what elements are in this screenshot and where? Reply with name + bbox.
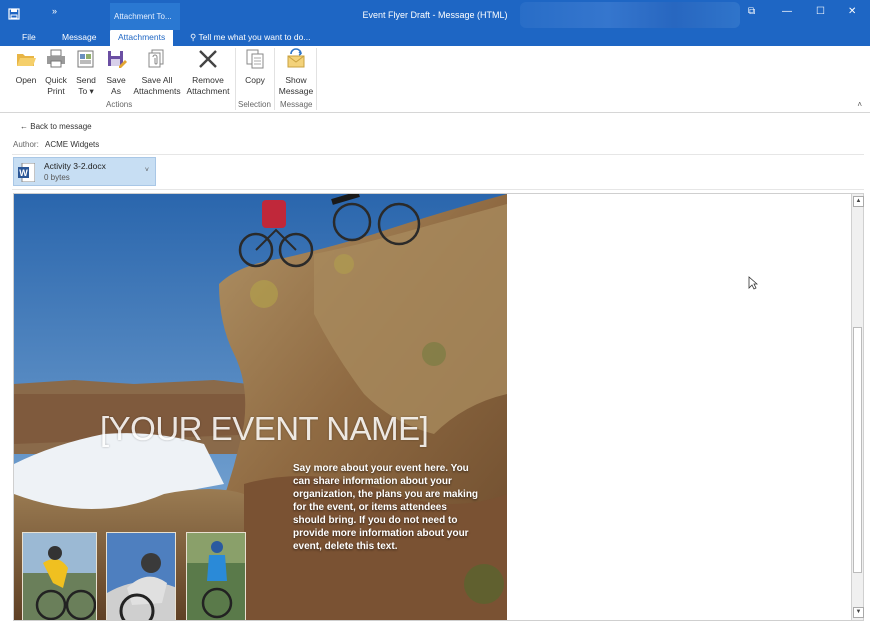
back-arrow-icon: ←: [20, 122, 28, 131]
save-all-label-1: Save All: [141, 75, 173, 85]
cyclist-photo-2: [106, 532, 176, 620]
event-name-title: [YOUR EVENT NAME]: [100, 410, 429, 447]
save-all-label-2: Attachments: [133, 86, 181, 96]
remove-label-2: Attachment: [186, 86, 230, 96]
remove-x-icon: [199, 50, 217, 68]
event-description: Say more about your event here. You can …: [293, 463, 479, 552]
window-title: Event Flyer Draft - Message (HTML): [362, 10, 508, 20]
cyclist-photo-1: [22, 532, 97, 620]
ribbon-separator: [316, 48, 317, 110]
copy-button[interactable]: Copy: [240, 48, 270, 86]
vertical-scrollbar[interactable]: ▲ ▼: [851, 193, 864, 621]
ribbon: Open Quick Print Send To ▾ Save As Save …: [0, 46, 870, 113]
printer-icon: [47, 49, 65, 68]
save-all-attachments-button[interactable]: Save All Attachments: [131, 48, 183, 97]
tab-message[interactable]: Message: [62, 30, 97, 46]
save-as-icon: [108, 51, 127, 68]
show-message-button[interactable]: Show Message: [278, 48, 314, 97]
divider: [12, 154, 864, 155]
event-flyer: [YOUR EVENT NAME] Say more about your ev…: [14, 194, 507, 620]
lightbulb-icon: ⚲: [190, 32, 197, 42]
folder-open-icon: [17, 54, 36, 66]
word-document-icon: W: [18, 163, 35, 182]
document-preview[interactable]: [YOUR EVENT NAME] Say more about your ev…: [13, 193, 851, 621]
send-to-label-2: To ▾: [78, 86, 94, 96]
show-message-label-1: Show: [285, 75, 307, 85]
quick-print-label-2: Print: [47, 86, 65, 96]
mouse-cursor-icon: [748, 276, 758, 290]
tell-me-search[interactable]: ⚲ Tell me what you want to do...: [190, 30, 310, 45]
send-to-label-1: Send: [76, 75, 96, 85]
attachment-size: 0 bytes: [44, 173, 70, 182]
quick-print-button[interactable]: Quick Print: [42, 48, 70, 97]
save-icon[interactable]: [8, 8, 20, 20]
open-label: Open: [15, 75, 37, 85]
author-line: Author: ACME Widgets: [13, 140, 99, 149]
group-label-actions: Actions: [106, 100, 133, 109]
collapse-ribbon-icon[interactable]: ˄: [857, 100, 862, 109]
show-message-label-2: Message: [278, 86, 314, 96]
minimize-button[interactable]: —: [782, 6, 792, 17]
tell-me-label: Tell me what you want to do...: [198, 32, 311, 42]
save-as-label-2: As: [111, 86, 121, 96]
quick-access-more-icon[interactable]: »: [52, 6, 57, 16]
remove-attachment-button[interactable]: Remove Attachment: [184, 48, 232, 97]
svg-text:W: W: [19, 168, 28, 178]
author-value: ACME Widgets: [45, 140, 100, 149]
contextual-tab-header: Attachment To...: [110, 3, 180, 30]
send-to-icon: [77, 50, 94, 68]
copy-icon: [246, 49, 264, 69]
attachment-item[interactable]: W Activity 3-2.docx 0 bytes ˅: [13, 157, 156, 186]
copy-label: Copy: [245, 75, 265, 85]
scroll-up-icon[interactable]: ▲: [853, 196, 864, 207]
show-message-icon: [287, 48, 305, 68]
title-bar: » Attachment To... Event Flyer Draft - M…: [0, 0, 870, 30]
remove-label-1: Remove: [192, 75, 224, 85]
maximize-button[interactable]: ☐: [816, 6, 825, 17]
group-label-selection: Selection: [238, 100, 271, 109]
attachment-name: Activity 3-2.docx: [44, 161, 106, 171]
send-to-button[interactable]: Send To ▾: [72, 48, 100, 97]
save-as-button[interactable]: Save As: [103, 48, 129, 97]
back-label: Back to message: [30, 122, 92, 131]
back-to-message-link[interactable]: ← Back to message: [20, 122, 92, 131]
scroll-down-icon[interactable]: ▼: [853, 607, 864, 618]
cyclist-photo-3: [186, 532, 246, 620]
ribbon-tabs: File Message Attachments ⚲ Tell me what …: [0, 30, 870, 46]
close-button[interactable]: ✕: [848, 6, 856, 17]
save-all-icon: [148, 49, 164, 68]
open-button[interactable]: Open: [12, 48, 40, 86]
scroll-thumb[interactable]: [853, 327, 862, 573]
save-as-label-1: Save: [106, 75, 126, 85]
ribbon-display-options-icon[interactable]: ⧉: [748, 6, 755, 17]
ribbon-separator: [274, 48, 275, 110]
chevron-down-icon[interactable]: ˅: [145, 167, 149, 174]
ribbon-separator: [235, 48, 236, 110]
tab-file[interactable]: File: [22, 30, 36, 46]
author-label: Author:: [13, 140, 39, 149]
tab-attachments[interactable]: Attachments: [110, 30, 174, 46]
divider: [12, 189, 864, 190]
group-label-message: Message: [280, 100, 313, 109]
quick-print-label-1: Quick: [45, 75, 67, 85]
